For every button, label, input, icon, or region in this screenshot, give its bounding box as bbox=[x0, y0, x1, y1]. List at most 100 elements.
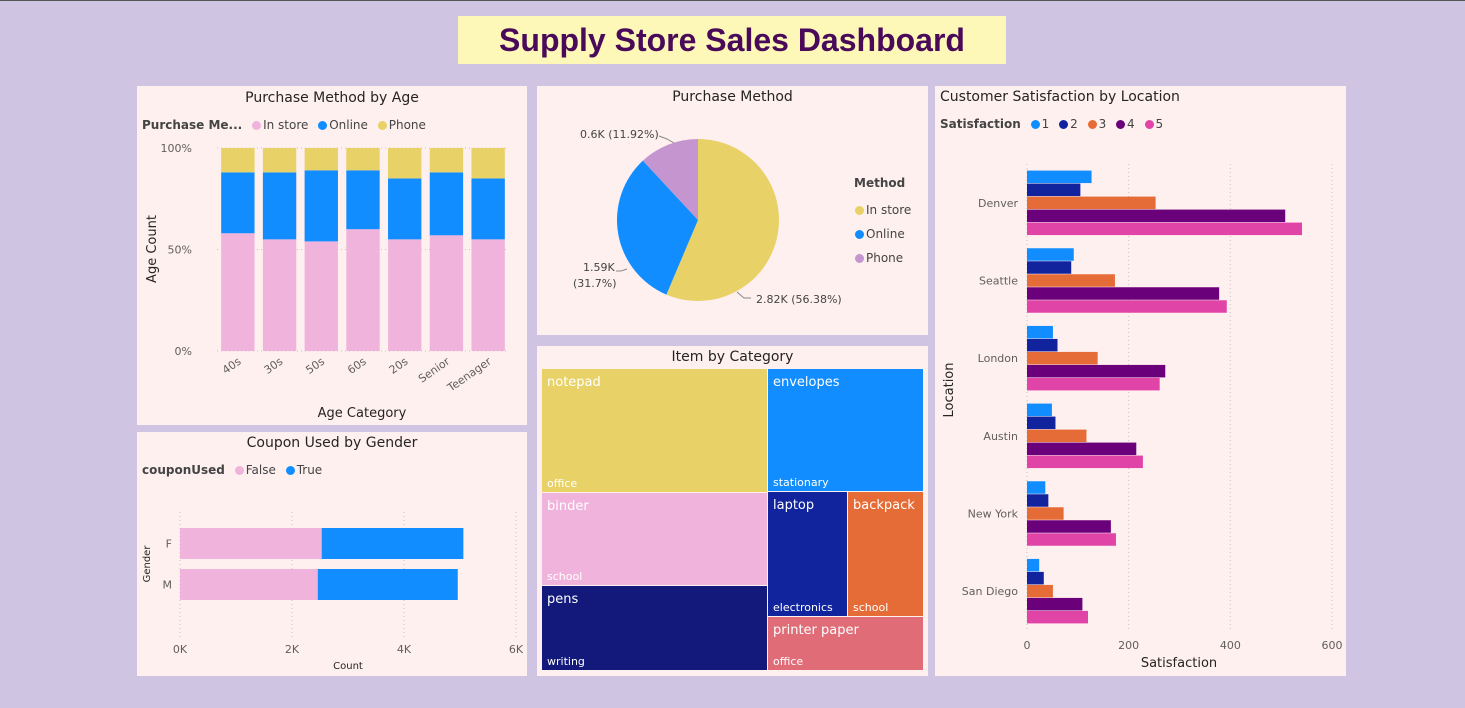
y-tick-label: New York bbox=[968, 508, 1019, 521]
method-legend-title: Method bbox=[854, 176, 906, 190]
pie-label-online-value: 1.59K bbox=[583, 261, 615, 274]
treemap-category-label: office bbox=[547, 477, 578, 490]
legend-item-online[interactable]: Online bbox=[855, 222, 911, 246]
bar bbox=[1027, 520, 1111, 533]
bar-segment bbox=[262, 239, 297, 351]
bar bbox=[1027, 442, 1137, 456]
treemap-category-label: electronics bbox=[773, 601, 833, 614]
legend-label: Online bbox=[866, 227, 905, 241]
x-tick-label: 2K bbox=[285, 643, 300, 656]
leader-line bbox=[616, 268, 628, 272]
treemap-category-label: school bbox=[853, 601, 889, 614]
bar bbox=[1027, 610, 1088, 624]
treemap-tile[interactable]: pens writing bbox=[542, 586, 767, 670]
method-chart-panel[interactable]: Purchase Method Method In store Online P… bbox=[537, 86, 928, 335]
bar-segment bbox=[321, 528, 464, 559]
satisfaction-chart-plot: 0 200 400 600 Denver Seattle London Austin New Y… bbox=[942, 164, 1343, 671]
treemap-category-label: office bbox=[773, 655, 804, 668]
category-chart-panel[interactable]: Item by Category notepad office binder scho… bbox=[537, 346, 928, 676]
x-tick-label: 600 bbox=[1322, 639, 1343, 652]
age-chart-plot: 0% 50% 100% 40s 30s 50s 60s 20s SeniorTeenager Ag… bbox=[145, 142, 509, 421]
x-tick-label: 40s bbox=[220, 355, 244, 377]
legend-dot bbox=[855, 254, 864, 263]
pie-label-in-store: 2.82K (56.38%) bbox=[756, 293, 842, 306]
bar bbox=[1027, 325, 1053, 339]
y-tick-label: 50% bbox=[168, 244, 192, 257]
bar bbox=[1027, 403, 1052, 417]
leader-line bbox=[736, 291, 751, 299]
bar-segment bbox=[221, 233, 255, 351]
treemap-item-label: backpack bbox=[853, 498, 915, 513]
bar-segment bbox=[429, 235, 464, 351]
y-tick-label: London bbox=[978, 352, 1018, 365]
y-tick-label: Seattle bbox=[979, 275, 1018, 288]
y-tick-label: Denver bbox=[978, 197, 1018, 210]
bar bbox=[1027, 533, 1116, 546]
bar bbox=[1027, 209, 1286, 223]
age-chart-panel[interactable]: Purchase Method by Age Purchase Me... In… bbox=[137, 86, 527, 425]
x-tick-label: 0 bbox=[1024, 639, 1031, 652]
legend-dot bbox=[855, 230, 864, 239]
bar-segment bbox=[388, 148, 422, 179]
y-tick-label: 100% bbox=[161, 142, 192, 155]
bar bbox=[1027, 455, 1143, 469]
x-tick-label: Senior bbox=[416, 355, 453, 386]
bar-segment bbox=[221, 148, 255, 173]
y-tick-label: San Diego bbox=[962, 585, 1018, 598]
bar-segment bbox=[304, 170, 338, 242]
treemap-item-label: printer paper bbox=[773, 623, 859, 638]
bar-segment bbox=[471, 239, 505, 351]
y-tick-label: 0% bbox=[175, 345, 192, 358]
bar-segment bbox=[221, 172, 255, 234]
bar bbox=[1027, 261, 1072, 274]
bar bbox=[1027, 507, 1064, 520]
bar bbox=[1027, 584, 1053, 598]
y-axis-title: Gender bbox=[142, 545, 153, 583]
y-tick-label: M bbox=[163, 579, 173, 592]
bar-segment bbox=[346, 170, 380, 230]
bar bbox=[1027, 248, 1074, 261]
treemap-tile[interactable]: envelopes stationary bbox=[768, 369, 923, 491]
legend-item-in-store[interactable]: In store bbox=[855, 198, 911, 222]
pie-label-online-percent: (31.7%) bbox=[573, 277, 617, 290]
x-tick-label: 400 bbox=[1220, 639, 1241, 652]
x-tick-label: 0K bbox=[173, 643, 188, 656]
bar bbox=[1027, 481, 1046, 494]
treemap-category-label: writing bbox=[547, 655, 585, 668]
bar bbox=[1027, 287, 1220, 300]
bar-segment bbox=[180, 569, 318, 600]
satisfaction-chart-panel[interactable]: Customer Satisfaction by Location Satisf… bbox=[935, 86, 1346, 676]
method-legend: In store Online Phone bbox=[855, 198, 911, 270]
bar-segment bbox=[262, 172, 297, 240]
treemap-tile[interactable]: printer paper office bbox=[768, 617, 923, 670]
bar bbox=[1027, 364, 1166, 378]
top-border bbox=[0, 0, 1465, 1]
bar bbox=[1027, 338, 1058, 352]
bar bbox=[1027, 558, 1040, 572]
bar bbox=[1027, 274, 1115, 287]
x-axis-title: Age Category bbox=[318, 406, 407, 421]
treemap-item-label: laptop bbox=[773, 498, 815, 513]
x-tick-label: 30s bbox=[262, 355, 286, 377]
bar bbox=[1027, 377, 1160, 391]
bar bbox=[1027, 416, 1056, 430]
treemap-tile[interactable]: laptop electronics bbox=[768, 492, 847, 616]
treemap-tile[interactable]: backpack school bbox=[848, 492, 923, 616]
bar bbox=[1027, 183, 1081, 197]
bar-segment bbox=[346, 148, 380, 171]
y-tick-label: Austin bbox=[983, 430, 1018, 443]
x-tick-label: 20s bbox=[387, 355, 411, 377]
dashboard-title: Supply Store Sales Dashboard bbox=[499, 21, 965, 58]
bar bbox=[1027, 597, 1083, 611]
leader-line bbox=[658, 135, 675, 144]
treemap-tile[interactable]: binder school bbox=[542, 493, 767, 585]
bar-segment bbox=[388, 239, 422, 351]
legend-item-phone[interactable]: Phone bbox=[855, 246, 911, 270]
treemap-tile[interactable]: notepad office bbox=[542, 369, 767, 492]
coupon-chart-panel[interactable]: Coupon Used by Gender couponUsed False T… bbox=[137, 432, 527, 676]
legend-dot bbox=[855, 206, 864, 215]
bar bbox=[1027, 196, 1156, 210]
treemap-category-label: stationary bbox=[773, 476, 829, 489]
bar bbox=[1027, 494, 1049, 507]
y-axis-title: Location bbox=[942, 363, 957, 418]
